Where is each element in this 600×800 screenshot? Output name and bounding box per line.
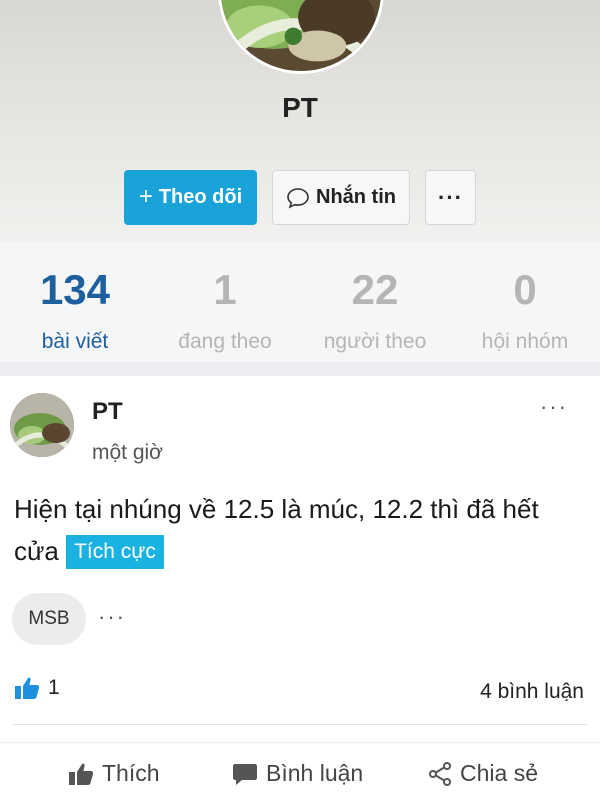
divider (12, 724, 588, 725)
post-author-avatar[interactable] (10, 393, 74, 457)
message-button[interactable]: Nhắn tin (272, 170, 410, 225)
follow-label: Theo dõi (158, 186, 243, 208)
stat-label: đang theo (178, 330, 272, 353)
comment-button[interactable]: Bình luận (232, 760, 363, 787)
share-button[interactable]: Chia sẻ (428, 760, 538, 787)
stat-followers[interactable]: 22 người theo (300, 242, 450, 362)
thumbs-up-icon (15, 677, 40, 699)
chat-bubble-icon (287, 187, 309, 209)
section-divider (0, 362, 600, 376)
share-label: Chia sẻ (460, 760, 538, 786)
avatar-food-photo (10, 393, 74, 457)
thumbs-up-icon (69, 763, 94, 785)
post-timestamp: một giờ (92, 441, 163, 464)
stat-label: bài viết (41, 330, 109, 353)
stat-following[interactable]: 1 đang theo (150, 242, 300, 362)
share-icon (429, 761, 451, 786)
like-count-row[interactable]: 1 (14, 676, 60, 700)
sentiment-badge: Tích cực (66, 535, 164, 569)
profile-avatar[interactable] (218, 0, 384, 74)
ticker-more-button[interactable]: ··· (98, 604, 126, 630)
stat-label: người theo (323, 330, 427, 353)
ticker-chip[interactable]: MSB (12, 593, 86, 645)
like-label: Thích (102, 760, 160, 786)
comment-label: Bình luận (266, 760, 364, 786)
divider (0, 742, 600, 743)
stat-value: 134 (39, 266, 111, 313)
profile-stats: 134 bài viết 1 đang theo 22 người theo 0… (0, 242, 600, 362)
stat-posts[interactable]: 134 bài viết (0, 242, 150, 362)
post-content: Hiện tại nhúng về 12.5 là múc, 12.2 thì … (14, 488, 589, 572)
profile-header: PT + Theo dõi Nhắn tin ··· (0, 0, 600, 242)
like-count: 1 (48, 676, 60, 699)
post-menu-button[interactable]: ··· (540, 394, 568, 420)
follow-button[interactable]: + Theo dõi (124, 170, 257, 225)
comment-count[interactable]: 4 bình luận (480, 680, 584, 704)
profile-name: PT (282, 92, 318, 123)
comment-icon (233, 763, 257, 785)
stat-value: 1 (213, 266, 237, 313)
plus-icon: + (138, 182, 153, 210)
stat-groups[interactable]: 0 hội nhóm (450, 242, 600, 362)
like-button[interactable]: Thích (68, 760, 160, 787)
more-options-button[interactable]: ··· (425, 170, 476, 225)
message-label: Nhắn tin (316, 186, 396, 208)
avatar-food-photo (221, 0, 381, 71)
stat-value: 0 (513, 266, 537, 313)
stat-value: 22 (351, 266, 399, 313)
stat-label: hội nhóm (481, 330, 569, 353)
post-author-name[interactable]: PT (92, 398, 123, 426)
